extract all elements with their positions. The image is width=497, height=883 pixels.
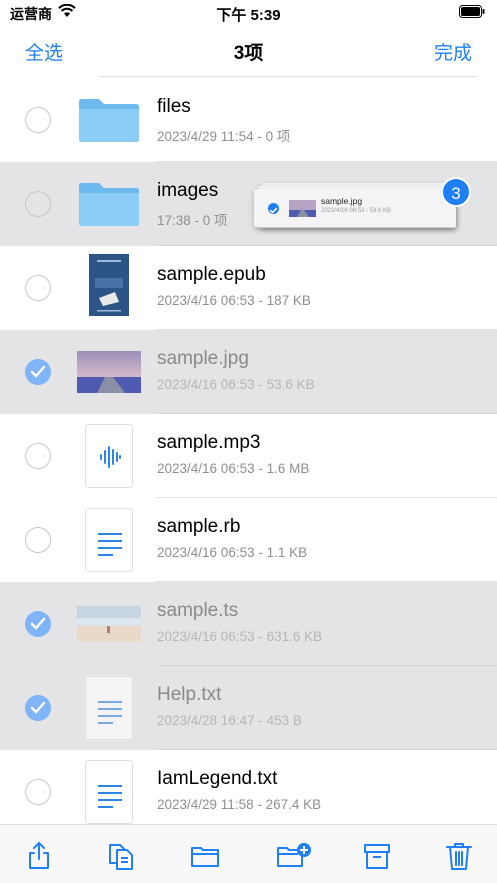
file-meta: 2023/4/28 16:47 - 453 B [157, 713, 302, 728]
share-icon[interactable] [24, 841, 54, 871]
audio-file-icon [85, 424, 133, 488]
checkmark-icon [30, 365, 46, 378]
selection-circle[interactable] [25, 107, 51, 133]
selected-checkmark[interactable] [25, 695, 51, 721]
done-button[interactable]: 完成 [434, 38, 472, 65]
file-name: sample.mp3 [157, 432, 261, 453]
checkmark-icon [30, 617, 46, 630]
file-meta: 2023/4/16 06:53 - 187 KB [157, 293, 311, 308]
folder-icon [79, 99, 139, 142]
file-row-iamlegend-txt[interactable]: IamLegend.txt 2023/4/29 11:58 - 267.4 KB [0, 750, 497, 834]
file-row-help-txt[interactable]: Help.txt 2023/4/28 16:47 - 453 B [0, 666, 497, 750]
file-meta: 2023/4/16 06:53 - 631.6 KB [157, 629, 323, 644]
selection-count-title: 3项 [233, 43, 264, 64]
files-selection-screen: { "status": { "carrier": "运营商", "time": … [0, 0, 497, 883]
bottom-toolbar [0, 824, 497, 883]
drag-file-name: sample.jpg [321, 196, 363, 206]
file-row-sample-jpg[interactable]: sample.jpg 2023/4/16 06:53 - 53.6 KB [0, 330, 497, 414]
file-row-sample-ts[interactable]: sample.ts 2023/4/16 06:53 - 631.6 KB [0, 582, 497, 666]
file-name: sample.epub [157, 264, 266, 285]
waveform-icon [100, 446, 121, 468]
selected-checkmark[interactable] [25, 359, 51, 385]
copy-icon[interactable] [106, 841, 136, 871]
selection-circle[interactable] [25, 527, 51, 553]
file-meta: 2023/4/29 11:54 - 0 项 [157, 129, 291, 144]
file-row-files[interactable]: files 2023/4/29 11:54 - 0 项 [0, 78, 497, 162]
status-time: 下午 5:39 [216, 7, 281, 24]
archive-icon[interactable] [362, 841, 392, 871]
file-name: sample.rb [157, 516, 241, 537]
new-folder-icon[interactable] [276, 841, 312, 871]
file-name: IamLegend.txt [157, 768, 278, 789]
selection-circle[interactable] [25, 779, 51, 805]
navigation-bar: 全选 3项 完成 [0, 26, 497, 76]
file-meta: 2023/4/16 06:53 - 1.6 MB [157, 461, 310, 476]
photo-thumbnail [77, 351, 141, 393]
photo-thumbnail [289, 200, 316, 217]
file-name: files [157, 96, 191, 117]
file-row-sample-mp3[interactable]: sample.mp3 2023/4/16 06:53 - 1.6 MB [0, 414, 497, 498]
text-file-icon [85, 508, 133, 572]
drag-card-front: sample.jpg 2023/4/16 06:53 - 53.6 KB [254, 189, 456, 227]
file-name: sample.jpg [157, 348, 249, 369]
file-meta: 2023/4/16 06:53 - 53.6 KB [157, 377, 315, 392]
text-file-icon [85, 676, 133, 740]
text-file-icon [85, 760, 133, 824]
checkmark-icon [30, 701, 46, 714]
battery-icon [459, 5, 485, 18]
book-cover-thumbnail [89, 254, 129, 316]
selected-checkmark[interactable] [25, 611, 51, 637]
file-name: Help.txt [157, 684, 222, 705]
selected-checkmark [268, 203, 279, 214]
file-name: images [157, 180, 219, 201]
status-bar: 运营商 下午 5:39 [0, 0, 497, 26]
folder-icon [79, 183, 139, 226]
selection-circle[interactable] [25, 191, 51, 217]
file-name: sample.ts [157, 600, 239, 621]
move-to-folder-icon[interactable] [190, 841, 220, 871]
selection-circle[interactable] [25, 275, 51, 301]
drag-preview[interactable]: sample.jpg 2023/4/16 06:53 - 53.6 KB [254, 183, 460, 229]
file-meta: 2023/4/16 06:53 - 1.1 KB [157, 545, 308, 560]
file-meta: 2023/4/29 11:58 - 267.4 KB [157, 797, 322, 812]
file-row-sample-epub[interactable]: sample.epub 2023/4/16 06:53 - 187 KB [0, 246, 497, 330]
drag-file-meta: 2023/4/16 06:53 - 53.6 KB [321, 208, 392, 214]
file-meta: 17:38 - 0 项 [157, 213, 228, 228]
trash-icon[interactable] [444, 841, 474, 871]
video-thumbnail [77, 606, 141, 642]
file-row-sample-rb[interactable]: sample.rb 2023/4/16 06:53 - 1.1 KB [0, 498, 497, 582]
checkmark-icon [269, 207, 278, 214]
selection-circle[interactable] [25, 443, 51, 469]
nav-divider [100, 76, 477, 77]
drag-count-badge: 3 [441, 177, 471, 207]
